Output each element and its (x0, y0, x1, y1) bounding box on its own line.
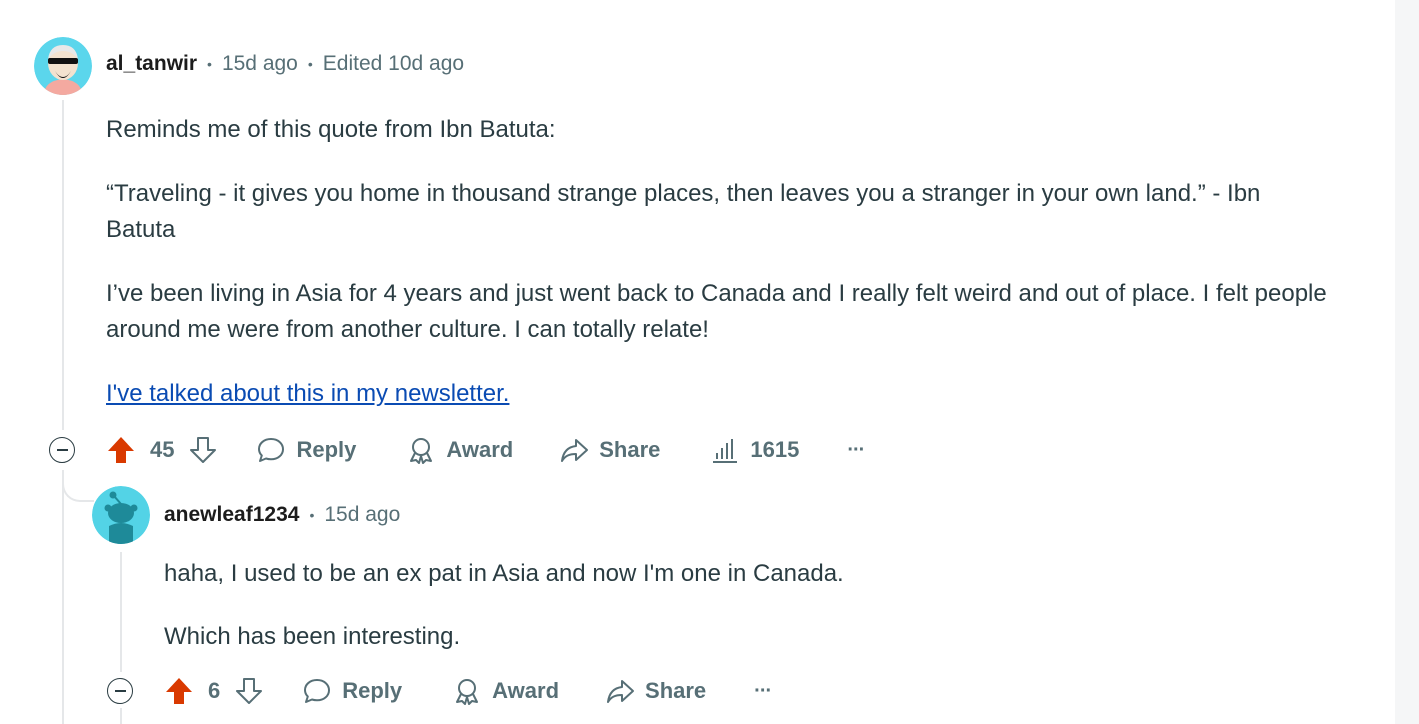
comment-body: Reminds me of this quote from Ibn Batuta… (106, 112, 1336, 412)
reply-label: Reply (342, 678, 403, 703)
comment-body: haha, I used to be an ex pat in Asia and… (164, 556, 1314, 655)
thread-line-reply-lower (120, 708, 122, 724)
comment-paragraph: I’ve been living in Asia for 4 years and… (106, 280, 1327, 343)
minus-icon (56, 449, 68, 451)
vote-group: 45 (106, 435, 218, 465)
reply-connector (62, 470, 94, 502)
comment-paragraph: “Traveling - it gives you home in thousa… (106, 180, 1261, 243)
view-count: 1615 (750, 437, 800, 462)
comment-paragraph: haha, I used to be an ex pat in Asia and… (164, 560, 844, 587)
reply-bubble-icon (258, 438, 285, 462)
thread-line-main (62, 100, 64, 430)
views-stat[interactable]: 1615 (710, 435, 799, 465)
separator-dot: • (309, 507, 315, 523)
share-label: Share (645, 678, 707, 703)
link-paragraph: I've talked about this in my newsletter. (106, 376, 1336, 412)
author-name[interactable]: al_tanwir (106, 52, 197, 76)
thread-line-reply (120, 552, 122, 672)
more-options-button[interactable]: ··· (847, 438, 865, 462)
vote-count: 45 (150, 437, 175, 462)
avatar[interactable] (92, 486, 150, 544)
award-label: Award (492, 678, 560, 703)
award-button[interactable]: Award (406, 435, 513, 465)
more-icon: ··· (847, 438, 865, 461)
share-arrow-icon (607, 680, 635, 703)
collapse-thread-button[interactable] (107, 678, 133, 704)
downvote-icon[interactable] (234, 676, 264, 706)
reply-button[interactable]: Reply (302, 676, 402, 706)
separator-dot: • (307, 56, 313, 72)
vote-count: 6 (208, 678, 221, 703)
post-time: 15d ago (221, 52, 298, 75)
reply-label: Reply (296, 437, 357, 462)
newsletter-link[interactable]: I've talked about this in my newsletter. (106, 380, 509, 407)
separator-dot: • (207, 56, 212, 72)
comment-actions: 45 Reply Award Share 1615 ··· (106, 430, 865, 470)
comment-meta: anewleaf1234 • 15d ago (164, 503, 400, 527)
more-options-button[interactable]: ··· (754, 679, 772, 703)
reply-button[interactable]: Reply (256, 435, 356, 465)
comment-actions: 6 Reply Award Share ··· (164, 671, 772, 711)
post-time: 15d ago (324, 503, 401, 526)
award-button[interactable]: Award (452, 676, 559, 706)
snoo-avatar-icon (92, 486, 150, 544)
share-arrow-icon (561, 439, 589, 462)
upvote-icon[interactable] (106, 435, 136, 465)
bar-chart-icon (713, 439, 738, 463)
avatar[interactable] (34, 37, 92, 95)
more-icon: ··· (754, 679, 772, 702)
comment-meta: al_tanwir • 15d ago • Edited 10d ago (106, 52, 464, 76)
edited-time: Edited 10d ago (322, 52, 465, 75)
award-icon (456, 679, 479, 705)
author-name[interactable]: anewleaf1234 (164, 503, 299, 527)
downvote-icon[interactable] (188, 435, 218, 465)
minus-icon (114, 690, 126, 692)
award-label: Award (446, 437, 514, 462)
reply-bubble-icon (304, 679, 331, 703)
share-label: Share (599, 437, 661, 462)
scrollbar-track[interactable] (1395, 0, 1419, 724)
award-icon (410, 438, 433, 464)
share-button[interactable]: Share (605, 676, 706, 706)
collapse-thread-button[interactable] (49, 437, 75, 463)
comment-paragraph: Reminds me of this quote from Ibn Batuta… (106, 116, 556, 143)
comment-paragraph: Which has been interesting. (164, 623, 461, 650)
thread-line-main-lower (62, 470, 64, 724)
upvote-icon[interactable] (164, 676, 194, 706)
user-avatar-icon (34, 37, 92, 95)
share-button[interactable]: Share (559, 435, 660, 465)
vote-group: 6 (164, 676, 264, 706)
